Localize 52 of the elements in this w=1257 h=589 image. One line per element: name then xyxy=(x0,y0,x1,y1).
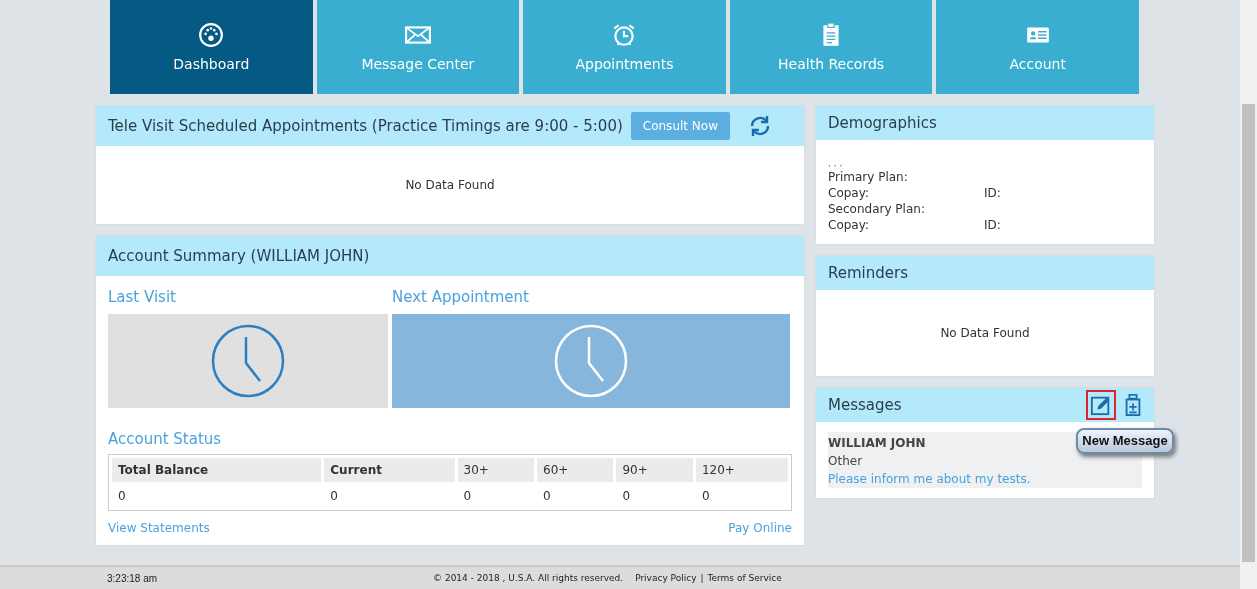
table-cell-text: 0 xyxy=(462,488,473,505)
separator: | xyxy=(700,573,704,583)
field-label: Secondary Plan: xyxy=(828,202,926,216)
column-header: 120+ xyxy=(695,458,788,482)
column-header: Total Balance xyxy=(112,458,322,482)
view-statements-link[interactable]: View Statements xyxy=(108,521,210,535)
copyright-text: © 2014 - 2018 , U.S.A. All rights reserved. xyxy=(433,573,624,583)
patient-name: , , , xyxy=(828,158,844,168)
nav-tab[interactable]: Dashboard xyxy=(110,0,313,94)
clock-icon xyxy=(210,323,286,399)
table-cell-text: 0 xyxy=(329,488,339,505)
table-cell-text: 0 xyxy=(542,488,552,505)
field-label: ID: xyxy=(984,218,1001,232)
section-title: Next Appointment xyxy=(392,288,530,306)
panel-title: Messages xyxy=(828,396,902,414)
column-header: 90+ xyxy=(616,458,693,482)
table-cell-text: 0 xyxy=(621,488,632,505)
field-label: ID: xyxy=(984,186,1001,200)
empty-message: No Data Found xyxy=(405,178,495,192)
empty-message: No Data Found xyxy=(940,326,1030,340)
clock-icon xyxy=(553,323,629,399)
gauge-icon xyxy=(198,22,225,48)
footer-link[interactable]: Terms of Service xyxy=(707,573,782,583)
nav-tab[interactable]: Appointments xyxy=(523,0,726,94)
pay-online-link[interactable]: Pay Online xyxy=(728,521,792,535)
message-sender: WILLIAM JOHN xyxy=(828,436,926,450)
consult-now-button[interactable]: Consult Now xyxy=(630,112,730,140)
field-label: Copay: xyxy=(828,186,870,200)
message-subject-link[interactable]: Please inform me about my tests. xyxy=(828,472,1031,486)
footer-link[interactable]: Privacy Policy xyxy=(635,573,697,583)
column-header: 30+ xyxy=(457,458,534,482)
panel-title: Account Summary (WILLIAM JOHN) xyxy=(108,247,370,265)
column-header: 60+ xyxy=(537,458,614,482)
panel-title: Tele Visit Scheduled Appointments (Practice Timings are 9:00 - 5:00) xyxy=(108,117,623,135)
medicine-bottle-icon[interactable] xyxy=(1124,394,1142,416)
nav-tab[interactable]: Health Records xyxy=(729,0,933,94)
panel-title: Demographics xyxy=(828,114,937,132)
field-label: Primary Plan: xyxy=(828,170,909,184)
nav-tab[interactable]: Message Center xyxy=(316,0,520,94)
tooltip-callout: New Message xyxy=(1076,428,1174,454)
clock-time: 3:23:18 am xyxy=(107,572,158,584)
panel-title: Reminders xyxy=(828,264,908,282)
section-title: Account Status xyxy=(108,430,223,448)
field-label: Copay: xyxy=(828,218,870,232)
table-cell-text: 0 xyxy=(700,488,711,505)
table-cell-text: 0 xyxy=(117,488,127,505)
new-message-button[interactable] xyxy=(1088,392,1114,418)
scrollbar[interactable] xyxy=(1240,0,1257,589)
nav-tab[interactable]: Account xyxy=(936,0,1139,94)
column-header: Current xyxy=(324,458,455,482)
section-title: Last Visit xyxy=(108,288,177,306)
message-category: Other xyxy=(828,454,863,468)
